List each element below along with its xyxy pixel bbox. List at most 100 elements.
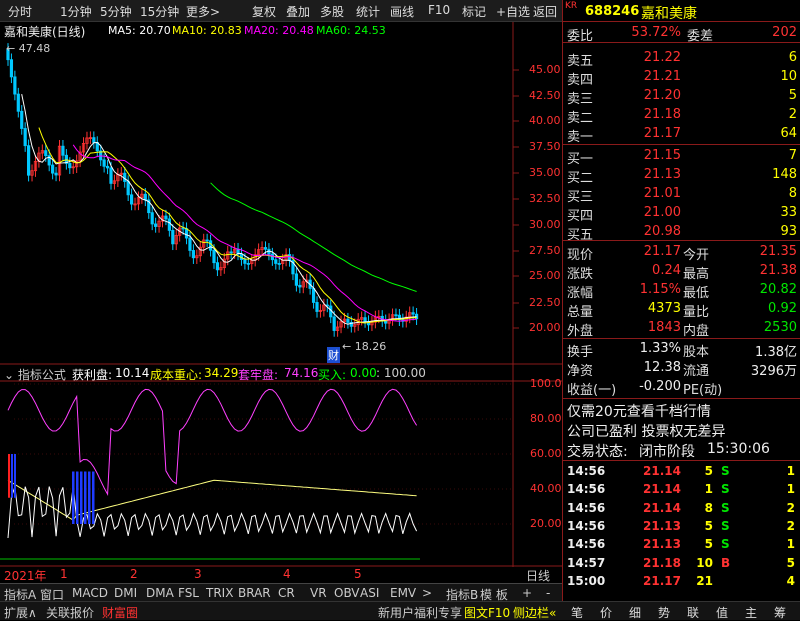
back-button[interactable]: 返回 — [533, 3, 557, 20]
bid-price[interactable]: 21.15 — [644, 148, 681, 163]
stat-row: 现价 21.17 今开 21.35 — [563, 243, 800, 263]
stat-label: 涨跌 — [567, 267, 594, 282]
candle-body — [294, 273, 299, 286]
kline-svg[interactable] — [0, 22, 562, 583]
indicator-formula-label[interactable]: ⌄ 指标公式 — [4, 366, 66, 383]
period-label: 日线 — [526, 569, 551, 583]
ask-volume: 6 — [788, 50, 797, 65]
stat2-value: 1.33% — [639, 341, 681, 356]
ask-price[interactable]: 21.22 — [644, 50, 681, 65]
candle-body — [167, 218, 171, 231]
candle-body — [205, 239, 209, 242]
period-15min-tab[interactable]: 15分钟 — [140, 3, 179, 20]
new-user-promo[interactable]: 新用户福利专享 — [378, 604, 462, 621]
add-watchlist-button[interactable]: +自选 — [496, 3, 530, 20]
bid-price[interactable]: 21.13 — [644, 167, 681, 182]
ask-price[interactable]: 21.20 — [644, 88, 681, 103]
quote-side-tab[interactable]: 价 — [600, 604, 612, 621]
period-more-tab[interactable]: 更多> — [186, 3, 220, 20]
bid-label: 买一 — [567, 152, 594, 167]
indicator-axis-label: 20.00 — [530, 517, 562, 530]
ask-price[interactable]: 21.21 — [644, 69, 681, 84]
trade-status-label: 交易状态: — [567, 444, 628, 460]
quote-side-tab[interactable]: 势 — [658, 604, 670, 621]
quote-side-tab[interactable]: 笔 — [571, 604, 583, 621]
buy-signal-bar — [8, 454, 10, 498]
tick-time: 14:57 — [567, 555, 606, 570]
stat-value: 20.82 — [759, 282, 797, 297]
tick-time: 15:00 — [567, 573, 606, 588]
bid-price[interactable]: 21.01 — [644, 186, 681, 201]
indicator-tab[interactable]: FSL — [178, 586, 199, 600]
quote-side-tab[interactable]: 主 — [745, 604, 757, 621]
indicator-tab[interactable]: MACD — [72, 586, 108, 600]
stat-label: 总量 — [567, 305, 594, 320]
indicator-tab[interactable]: ASI — [360, 586, 379, 600]
indicator-tab[interactable]: + — [522, 586, 532, 600]
candle-body — [171, 230, 175, 245]
bid-price[interactable]: 20.98 — [644, 224, 681, 239]
f10-button[interactable]: F10 — [428, 3, 450, 17]
indicator-tab[interactable]: TRIX — [206, 586, 233, 600]
related-quote-tab[interactable]: 关联报价 — [46, 604, 94, 621]
indicator-tab[interactable]: OBV — [334, 586, 360, 600]
indicator-tab[interactable]: CR — [278, 586, 295, 600]
multi-stock-button[interactable]: 多股 — [320, 3, 344, 20]
bid-row: 买三 21.01 8 — [563, 185, 800, 205]
indicator-tab[interactable]: BRAR — [238, 586, 271, 600]
promo-row-1[interactable]: 仅需20元查看千档行情 — [563, 400, 800, 420]
indicator-tab[interactable]: DMA — [146, 586, 174, 600]
indicator-tab[interactable]: > — [422, 586, 432, 600]
weibi-value: 53.72% — [631, 25, 681, 40]
ma20-label: MA20: 20.48 — [244, 24, 314, 37]
quote-side-tab[interactable]: 值 — [716, 604, 728, 621]
period-1min-tab[interactable]: 1分钟 — [60, 3, 92, 20]
tick-row: 15:00 21.17 21 4 — [563, 573, 800, 591]
stock-code[interactable]: 688246 — [585, 4, 639, 19]
price-axis-label: 42.50 — [529, 89, 561, 102]
tick-volume: 8 — [704, 500, 713, 515]
sidebar-toggle[interactable]: 侧边栏« — [513, 604, 556, 621]
weibi-row: 委比 53.72% 委差 202 — [563, 24, 800, 44]
indicator-tab[interactable]: EMV — [390, 586, 416, 600]
mark-button[interactable]: 标记 — [462, 3, 486, 20]
profit-line — [7, 486, 418, 539]
period-5min-tab[interactable]: 5分钟 — [100, 3, 132, 20]
quote-side-tab[interactable]: 联 — [687, 604, 699, 621]
indicator-tab[interactable]: DMI — [114, 586, 137, 600]
quote-side-tab[interactable]: 筹 — [774, 604, 786, 621]
candle-body — [126, 181, 130, 196]
stats-button[interactable]: 统计 — [356, 3, 380, 20]
adjust-button[interactable]: 复权 — [252, 3, 276, 20]
quote-side-tab[interactable]: 细 — [629, 604, 641, 621]
promo-row-2[interactable]: 公司已盈利 投票权无差异 — [563, 420, 800, 440]
ask-volume: 5 — [788, 88, 797, 103]
tick-price: 21.18 — [643, 555, 681, 570]
stock-name[interactable]: 嘉和美康 — [641, 3, 697, 23]
tick-count: 2 — [786, 500, 795, 515]
bid-price[interactable]: 21.00 — [644, 205, 681, 220]
candle-body — [270, 253, 274, 261]
price-axis-label: 22.50 — [529, 296, 561, 309]
ask-row: 卖五 21.22 6 — [563, 49, 800, 69]
period-minute-tab[interactable]: 分时 — [8, 3, 32, 20]
ask-price[interactable]: 21.17 — [644, 126, 681, 141]
indicator-tab[interactable]: VR — [310, 586, 327, 600]
wealth-circle-tab[interactable]: 财富圈 — [102, 604, 138, 621]
overlay-button[interactable]: 叠加 — [286, 3, 310, 20]
stat-value: 4373 — [647, 301, 681, 316]
quote-header: KR 688246 嘉和美康 — [563, 0, 800, 22]
f10-graphic-tab[interactable]: 图文F10 — [464, 604, 510, 621]
tick-row: 14:56 21.14 8 S 2 — [563, 500, 800, 518]
draw-line-button[interactable]: 画线 — [390, 3, 414, 20]
kline-chart-area[interactable]: 嘉和美康(日线) MA5: 20.70 MA10: 20.83 MA20: 20… — [0, 22, 562, 583]
promo-text-2: 公司已盈利 投票权无差异 — [567, 424, 726, 440]
price-axis-label: 25.00 — [529, 269, 561, 282]
indicator-tab[interactable]: - — [546, 586, 550, 600]
ask-price[interactable]: 21.18 — [644, 107, 681, 122]
expand-button[interactable]: 扩展∧ — [4, 604, 37, 621]
tick-price: 21.13 — [643, 518, 681, 533]
finance-badge[interactable]: 财 — [327, 347, 340, 363]
ma10-label: MA10: 20.83 — [172, 24, 242, 37]
tick-side: S — [721, 464, 730, 478]
